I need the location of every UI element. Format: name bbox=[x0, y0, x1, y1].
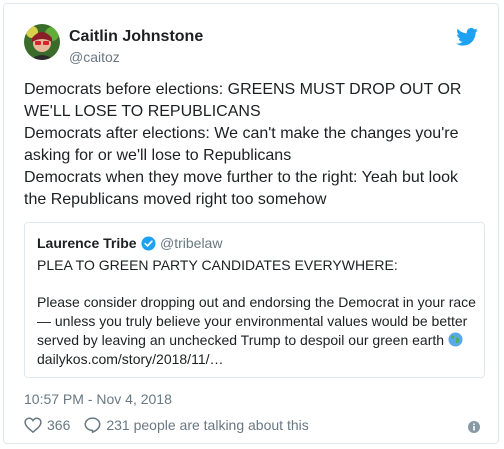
author-name[interactable]: Caitlin Johnstone bbox=[69, 28, 203, 46]
quoted-body-text: Please consider dropping out and endorsi… bbox=[37, 294, 476, 348]
author-handle[interactable]: @caitoz bbox=[69, 49, 120, 65]
heart-icon bbox=[24, 417, 42, 433]
talking-count: 231 people are talking about this bbox=[106, 417, 309, 433]
verified-badge-icon bbox=[141, 236, 156, 251]
info-icon[interactable] bbox=[468, 421, 480, 433]
embedded-tweet-card: Caitlin Johnstone @caitoz Democrats befo… bbox=[3, 3, 499, 444]
quoted-tweet[interactable]: Laurence Tribe @tribelaw PLEA TO GREEN P… bbox=[24, 222, 485, 378]
like-button[interactable]: 366 bbox=[24, 417, 70, 433]
talking-button[interactable]: 231 people are talking about this bbox=[84, 417, 309, 433]
quoted-author-handle: @tribelaw bbox=[160, 235, 223, 251]
quoted-text-headline: PLEA TO GREEN PARTY CANDIDATES EVERYWHER… bbox=[37, 257, 398, 273]
globe-icon bbox=[448, 332, 463, 347]
twitter-bird-icon[interactable] bbox=[456, 28, 478, 46]
tweet-text: Democrats before elections: GREENS MUST … bbox=[24, 81, 462, 208]
avatar[interactable] bbox=[24, 24, 60, 60]
quoted-link[interactable]: dailykos.com/story/2018/11/… bbox=[37, 351, 224, 367]
tweet-timestamp[interactable]: 10:57 PM - Nov 4, 2018 bbox=[24, 391, 172, 407]
tweet-actions: 366 231 people are talking about this bbox=[24, 417, 323, 433]
like-count: 366 bbox=[47, 417, 71, 433]
comment-icon bbox=[84, 417, 101, 433]
quoted-text-body: Please consider dropping out and endorsi… bbox=[37, 293, 477, 369]
quoted-author-name: Laurence Tribe bbox=[37, 235, 137, 251]
